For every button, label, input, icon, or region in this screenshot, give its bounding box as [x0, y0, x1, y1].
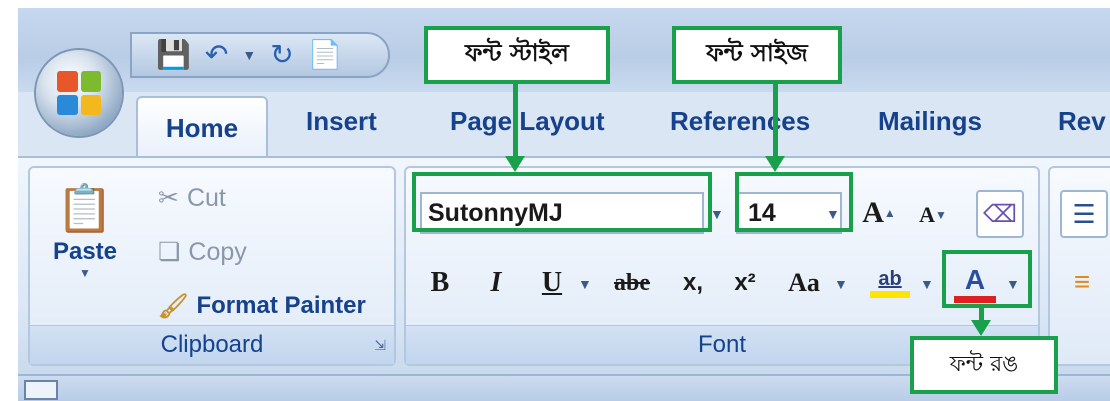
format-painter-label: Format Painter: [196, 292, 366, 319]
font-style-arrow: [513, 84, 518, 158]
tab-page-layout[interactable]: Page Layout: [450, 106, 605, 137]
office-button[interactable]: [36, 50, 122, 136]
grow-font-label: A: [862, 196, 884, 229]
shrink-font-button[interactable]: A ▼: [912, 196, 954, 234]
subscript-button[interactable]: x,: [672, 260, 714, 306]
clipboard-group: 📋 Paste ▼ ✂ Cut ❏ Copy 🖌 Format Painter Cli…: [28, 166, 396, 366]
redo-icon[interactable]: ↻: [270, 40, 293, 70]
bullets-icon[interactable]: ☰: [1060, 190, 1108, 238]
tab-references[interactable]: References: [670, 106, 810, 137]
underline-dropdown-icon[interactable]: ▼: [578, 276, 592, 292]
font-style-callout: ফন্ট স্টাইল: [424, 26, 610, 84]
highlight-color-bar: [870, 291, 910, 298]
font-family-highlight: [412, 172, 712, 232]
save-icon[interactable]: 💾: [156, 40, 191, 70]
paintbrush-icon: 🖌: [158, 292, 189, 320]
font-color-arrowhead: [971, 320, 991, 336]
copy-icon: ❏: [158, 238, 181, 266]
tab-home[interactable]: Home: [136, 96, 268, 158]
cut-label: Cut: [186, 183, 226, 212]
quick-access-toolbar: 💾 ↶ ▼ ↻ 📄: [130, 32, 390, 78]
tab-mailings[interactable]: Mailings: [878, 106, 982, 137]
chevron-down-icon[interactable]: ▼: [242, 40, 256, 70]
format-painter-button[interactable]: 🖌 Format Painter: [158, 288, 366, 324]
new-doc-icon[interactable]: 📄: [308, 40, 343, 70]
copy-button[interactable]: ❏ Copy: [158, 234, 247, 270]
ribbon-tabs: Home Insert Page Layout References Maili…: [18, 96, 1110, 158]
font-size-arrowhead: [765, 156, 785, 172]
font-color-highlight: [942, 250, 1032, 308]
highlight-label: ab: [878, 268, 902, 290]
bold-button[interactable]: B: [420, 260, 460, 306]
paste-button[interactable]: 📋 Paste ▼: [50, 178, 120, 308]
grow-font-button[interactable]: A ▲: [858, 192, 900, 234]
office-logo-icon: [57, 71, 101, 115]
underline-button[interactable]: U: [532, 260, 572, 306]
italic-button[interactable]: I: [476, 260, 516, 306]
cut-button[interactable]: ✂ Cut: [158, 180, 226, 216]
font-label: Font: [697, 331, 747, 358]
clipboard-group-label: Clipboard: [30, 325, 394, 364]
font-size-callout: ফন্ট সাইজ: [672, 26, 842, 84]
chevron-down-icon: ▼: [79, 266, 91, 280]
change-case-button[interactable]: Aa: [778, 260, 830, 306]
paste-icon: 📋: [56, 182, 114, 234]
strikethrough-button[interactable]: abe: [602, 260, 662, 306]
ruler-icon[interactable]: [24, 380, 58, 400]
font-color-callout: ফন্ট রঙ: [910, 336, 1058, 394]
superscript-button[interactable]: x²: [724, 260, 766, 306]
align-left-icon[interactable]: ≡: [1060, 260, 1104, 304]
font-family-dropdown-icon[interactable]: ▼: [710, 206, 724, 222]
clear-formatting-icon[interactable]: ⌫: [976, 190, 1024, 238]
scissors-icon: ✂: [158, 184, 179, 212]
font-style-arrowhead: [505, 156, 525, 172]
tab-review[interactable]: Rev: [1058, 106, 1106, 137]
dialog-launcher-icon[interactable]: ⇲: [374, 337, 386, 354]
clipboard-label: Clipboard: [160, 331, 264, 358]
tab-insert[interactable]: Insert: [306, 106, 377, 137]
paste-label: Paste: [52, 238, 118, 265]
undo-icon[interactable]: ↶: [205, 40, 228, 70]
highlight-dropdown-icon[interactable]: ▼: [920, 276, 934, 292]
change-case-dropdown-icon[interactable]: ▼: [834, 276, 848, 292]
copy-label: Copy: [188, 237, 247, 266]
font-size-arrow: [773, 84, 778, 158]
highlight-button[interactable]: ab: [866, 260, 914, 306]
shrink-font-label: A: [919, 202, 935, 227]
font-size-highlight: [735, 172, 853, 232]
